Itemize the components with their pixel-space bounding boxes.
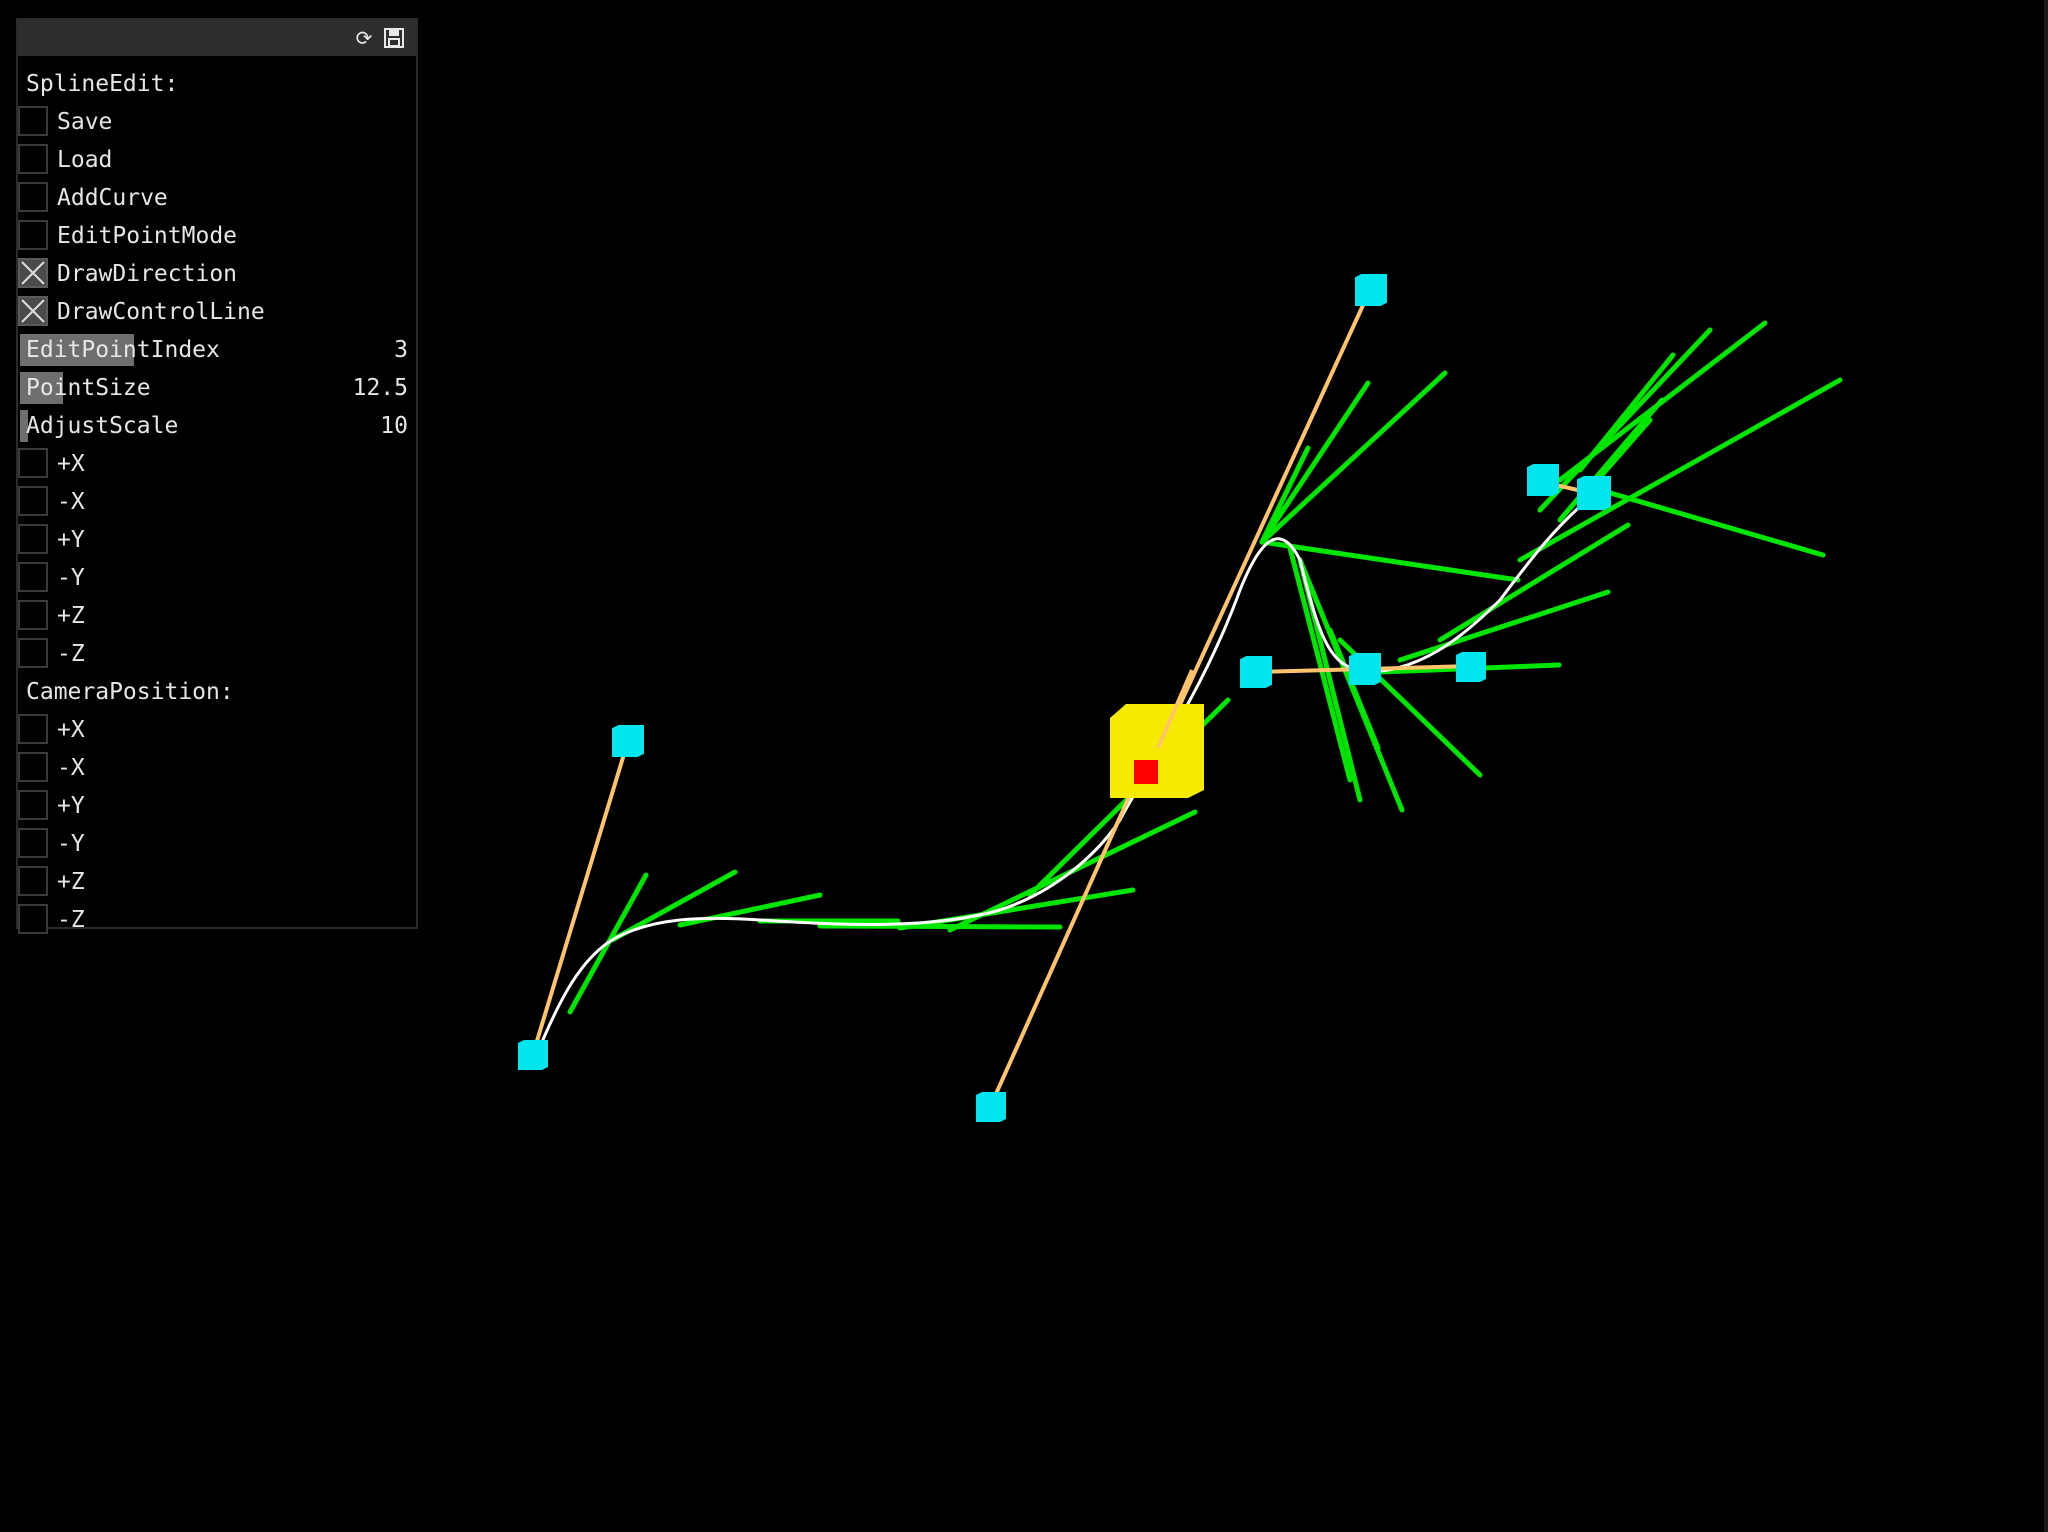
direction-line: [1537, 327, 1713, 513]
direction-line: [1597, 487, 1826, 558]
draw-control-line-label: DrawControlLine: [57, 299, 265, 325]
spline-curve: [540, 488, 1601, 1043]
camera-minus-x-checkbox[interactable]: [18, 752, 48, 782]
camera-minus-z-label: -Z: [57, 907, 85, 933]
direction-line: [1259, 445, 1311, 545]
edit-point-mode-checkbox-row[interactable]: EditPointMode: [18, 218, 416, 254]
adjust-minus-x-label: -X: [57, 489, 85, 515]
camera-plus-z-row[interactable]: +Z: [18, 864, 416, 900]
panel-header[interactable]: ⟳: [18, 20, 416, 56]
adjust-scale-slider[interactable]: AdjustScale 10: [18, 408, 416, 444]
viewport-right-edge: [2044, 0, 2048, 1532]
camera-plus-x-checkbox[interactable]: [18, 714, 48, 744]
control-point[interactable]: [976, 1092, 1006, 1122]
direction-lines: [567, 320, 1843, 1015]
adjust-minus-z-row[interactable]: -Z: [18, 636, 416, 672]
edit-point-mode-checkbox[interactable]: [18, 220, 48, 250]
camera-plus-x-label: +X: [57, 717, 85, 743]
adjust-plus-x-label: +X: [57, 451, 85, 477]
direction-line: [1437, 522, 1631, 643]
control-point[interactable]: [1527, 464, 1559, 496]
refresh-icon[interactable]: ⟳: [352, 26, 376, 50]
draw-direction-checkbox-row[interactable]: DrawDirection: [18, 256, 416, 292]
save-label: Save: [57, 109, 113, 135]
control-point[interactable]: [1349, 653, 1381, 685]
adjust-plus-z-checkbox[interactable]: [18, 600, 48, 630]
camera-minus-y-checkbox[interactable]: [18, 828, 48, 858]
adjust-plus-z-row[interactable]: +Z: [18, 598, 416, 634]
control-point[interactable]: [1240, 656, 1272, 688]
point-size-label: PointSize: [26, 375, 151, 401]
section-label-text: SplineEdit:: [26, 71, 179, 97]
camera-plus-z-checkbox[interactable]: [18, 866, 48, 896]
control-point[interactable]: [1355, 274, 1387, 306]
camera-minus-z-row[interactable]: -Z: [18, 902, 416, 938]
edit-point-mode-label: EditPointMode: [57, 223, 238, 249]
control-point[interactable]: [1577, 476, 1611, 510]
adjust-minus-x-checkbox[interactable]: [18, 486, 48, 516]
direction-line: [1517, 377, 1843, 563]
camera-minus-z-checkbox[interactable]: [18, 904, 48, 934]
camera-plus-x-row[interactable]: +X: [18, 712, 416, 748]
camera-minus-x-row[interactable]: -X: [18, 750, 416, 786]
load-label: Load: [57, 147, 113, 173]
camera-section-label-text: CameraPosition:: [26, 679, 234, 705]
edit-point-index-label: EditPointIndex: [26, 337, 220, 363]
direction-line: [1259, 370, 1448, 545]
add-curve-label: AddCurve: [57, 185, 168, 211]
camera-minus-x-label: -X: [57, 755, 85, 781]
control-lines: [531, 288, 1597, 1107]
control-point[interactable]: [1456, 652, 1486, 682]
adjust-plus-y-checkbox[interactable]: [18, 524, 48, 554]
adjust-minus-x-row[interactable]: -X: [18, 484, 416, 520]
save-icon[interactable]: [382, 26, 406, 50]
add-curve-checkbox-row[interactable]: AddCurve: [18, 180, 416, 216]
adjust-minus-y-label: -Y: [57, 565, 85, 591]
adjust-plus-x-row[interactable]: +X: [18, 446, 416, 482]
point-size-value: 12.5: [352, 375, 408, 401]
control-points[interactable]: [518, 274, 1611, 1122]
spline-edit-panel: ⟳ SplineEdit: Save Load AddCurve EditPoi…: [16, 18, 418, 934]
adjust-minus-z-checkbox[interactable]: [18, 638, 48, 668]
control-point[interactable]: [518, 1040, 548, 1070]
draw-direction-label: DrawDirection: [57, 261, 238, 287]
adjust-scale-label: AdjustScale: [26, 413, 179, 439]
camera-plus-y-row[interactable]: +Y: [18, 788, 416, 824]
edit-point-index-slider[interactable]: EditPointIndex 3: [18, 332, 416, 368]
camera-plus-z-label: +Z: [57, 869, 85, 895]
adjust-plus-y-label: +Y: [57, 527, 85, 553]
direction-line: [817, 923, 1063, 930]
draw-control-line-checkbox[interactable]: [18, 296, 48, 326]
point-size-slider[interactable]: PointSize 12.5: [18, 370, 416, 406]
camera-position-section-label: CameraPosition:: [18, 674, 416, 710]
adjust-plus-z-label: +Z: [57, 603, 85, 629]
camera-minus-y-label: -Y: [57, 831, 85, 857]
load-checkbox-row[interactable]: Load: [18, 142, 416, 178]
camera-minus-y-row[interactable]: -Y: [18, 826, 416, 862]
save-checkbox-row[interactable]: Save: [18, 104, 416, 140]
draw-control-line-checkbox-row[interactable]: DrawControlLine: [18, 294, 416, 330]
selected-point-marker: [1134, 760, 1158, 784]
control-line: [531, 739, 630, 1056]
edit-point-index-value: 3: [394, 337, 408, 363]
direction-line: [1577, 352, 1676, 473]
control-point[interactable]: [612, 725, 644, 757]
camera-plus-y-checkbox[interactable]: [18, 790, 48, 820]
camera-plus-y-label: +Y: [57, 793, 85, 819]
spline-edit-section-label: SplineEdit:: [18, 66, 416, 102]
adjust-plus-y-row[interactable]: +Y: [18, 522, 416, 558]
adjust-scale-value: 10: [380, 413, 408, 439]
adjust-plus-x-checkbox[interactable]: [18, 448, 48, 478]
control-line: [989, 766, 1144, 1107]
load-checkbox[interactable]: [18, 144, 48, 174]
add-curve-checkbox[interactable]: [18, 182, 48, 212]
save-checkbox[interactable]: [18, 106, 48, 136]
draw-direction-checkbox[interactable]: [18, 258, 48, 288]
adjust-minus-z-label: -Z: [57, 641, 85, 667]
adjust-minus-y-row[interactable]: -Y: [18, 560, 416, 596]
adjust-minus-y-checkbox[interactable]: [18, 562, 48, 592]
